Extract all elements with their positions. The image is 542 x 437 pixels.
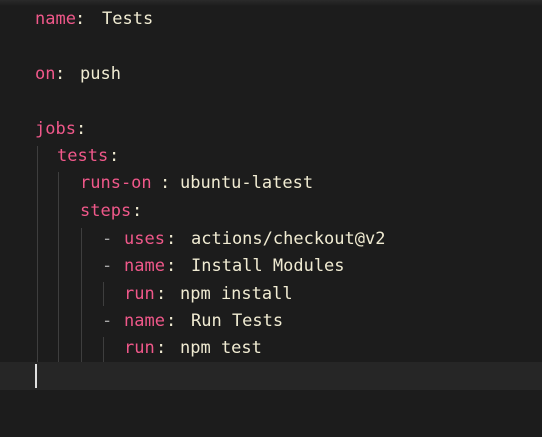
yaml-value: actions/checkout@v2 xyxy=(191,229,386,249)
yaml-key: uses xyxy=(124,229,165,249)
yaml-value: Tests xyxy=(102,9,154,29)
text-cursor xyxy=(35,364,37,388)
yaml-key: steps xyxy=(80,201,132,221)
yaml-colon: : xyxy=(156,338,167,358)
code-line[interactable]: run : npm test xyxy=(0,335,542,362)
code-line[interactable]: - name : Run Tests xyxy=(0,308,542,335)
yaml-key: name xyxy=(124,256,165,276)
code-line[interactable]: name : Tests xyxy=(0,6,542,33)
yaml-colon: : xyxy=(156,284,167,304)
yaml-colon: : xyxy=(166,256,177,276)
yaml-value: ubuntu-latest xyxy=(180,173,314,193)
code-line[interactable]: jobs : xyxy=(0,116,542,143)
list-dash: - xyxy=(102,229,113,249)
yaml-value: Install Modules xyxy=(191,256,345,276)
yaml-colon: : xyxy=(166,311,177,331)
code-line[interactable]: on : push xyxy=(0,61,542,88)
list-dash: - xyxy=(102,311,113,331)
yaml-key: jobs xyxy=(35,119,76,139)
yaml-colon: : xyxy=(109,146,120,166)
yaml-key: name xyxy=(124,311,165,331)
code-editor[interactable]: name : Tests on : push jobs : tests : ru… xyxy=(0,0,542,437)
yaml-key: runs-on xyxy=(80,173,152,193)
yaml-colon: : xyxy=(55,64,66,84)
yaml-key: run xyxy=(124,338,155,358)
yaml-value: npm install xyxy=(180,284,293,304)
yaml-key: name xyxy=(35,9,76,29)
yaml-colon: : xyxy=(132,201,143,221)
code-line[interactable]: steps : xyxy=(0,198,542,225)
current-line-highlight xyxy=(0,362,542,390)
yaml-key: on xyxy=(35,64,56,84)
yaml-colon: : xyxy=(160,173,171,193)
code-line[interactable]: runs-on : ubuntu-latest xyxy=(0,170,542,197)
list-dash: - xyxy=(102,256,113,276)
yaml-key: tests xyxy=(57,146,109,166)
yaml-colon: : xyxy=(166,229,177,249)
code-line[interactable]: tests : xyxy=(0,143,542,170)
yaml-key: run xyxy=(124,284,155,304)
yaml-colon: : xyxy=(75,9,86,29)
yaml-value: Run Tests xyxy=(191,311,284,331)
yaml-value: npm test xyxy=(180,338,262,358)
code-line[interactable]: - uses : actions/checkout@v2 xyxy=(0,226,542,253)
code-line[interactable]: run : npm install xyxy=(0,281,542,308)
code-line[interactable]: - name : Install Modules xyxy=(0,253,542,280)
yaml-colon: : xyxy=(76,119,87,139)
yaml-value: push xyxy=(80,64,121,84)
